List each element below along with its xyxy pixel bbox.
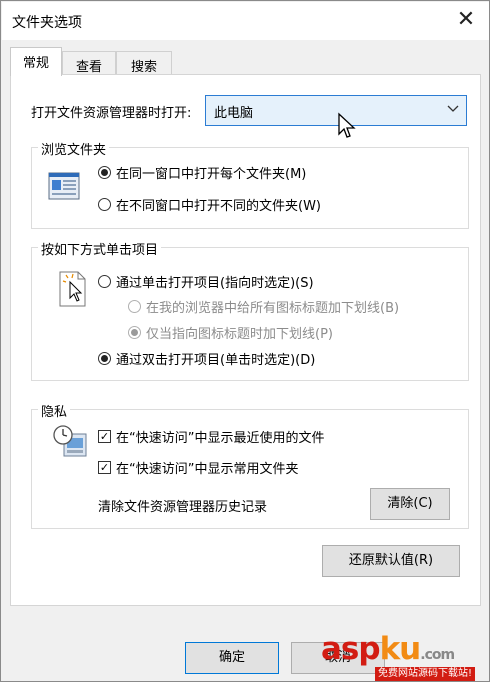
frequent-folders-checkbox[interactable]: ✓ 在“快速访问”中显示常用文件夹 <box>98 458 298 477</box>
clear-button[interactable]: 清除(C) <box>370 488 450 520</box>
checkbox-label: 在“快速访问”中显示最近使用的文件 <box>116 431 325 446</box>
open-explorer-label: 打开文件资源管理器时打开: <box>31 106 192 121</box>
double-click-radio[interactable]: 通过双击打开项目(单击时选定)(D) <box>98 349 315 368</box>
checkmark-icon: ✓ <box>98 461 111 474</box>
title-bar: 文件夹选项 ✕ <box>2 2 489 40</box>
tab-label: 常规 <box>22 56 49 71</box>
open-explorer-dropdown[interactable]: 此电脑 <box>205 95 467 126</box>
radio-indicator <box>128 300 141 313</box>
radio-indicator <box>98 198 111 211</box>
folder-window-icon <box>48 172 80 200</box>
radio-indicator <box>98 166 111 179</box>
radio-label: 仅当指向图标标题时加下划线(P) <box>146 327 333 342</box>
radio-label: 在我的浏览器中给所有图标标题加下划线(B) <box>146 301 400 316</box>
dropdown-value: 此电脑 <box>214 106 254 121</box>
chevron-down-icon <box>447 105 459 112</box>
radio-indicator <box>128 326 141 339</box>
tab-label: 查看 <box>75 60 102 75</box>
underline-all-radio[interactable]: 在我的浏览器中给所有图标标题加下划线(B) <box>128 297 399 316</box>
different-window-radio[interactable]: 在不同窗口中打开不同的文件夹(W) <box>98 195 321 214</box>
radio-label: 在同一窗口中打开每个文件夹(M) <box>116 167 307 182</box>
checkbox-label: 在“快速访问”中显示常用文件夹 <box>116 462 299 477</box>
mouse-cursor-icon <box>338 112 356 138</box>
watermark-tagline: 免费网站源码下载站! <box>375 667 476 681</box>
click-items-group: 按如下方式单击项目 通过单击打开项目(指向时选定)(S) 在我的浏览器中给所有图… <box>31 239 469 381</box>
click-items-title: 按如下方式单击项目 <box>38 239 162 258</box>
tab-view[interactable]: 查看 <box>62 51 116 76</box>
folder-options-dialog: 文件夹选项 ✕ 常规 查看 搜索 打开文件资源管理器时打开: 此电脑 浏览文件夹 <box>0 0 490 682</box>
ok-button[interactable]: 确定 <box>185 642 279 674</box>
watermark-logo: aspku.com <box>321 631 455 667</box>
general-tab-panel: 打开文件资源管理器时打开: 此电脑 浏览文件夹 在同一窗口中打开每个文件夹(M)… <box>10 74 481 606</box>
browse-folders-group: 浏览文件夹 在同一窗口中打开每个文件夹(M) 在不同窗口中打开不同的文件夹(W) <box>31 139 469 229</box>
radio-label: 通过单击打开项目(指向时选定)(S) <box>116 276 314 291</box>
radio-indicator <box>98 352 111 365</box>
radio-label: 在不同窗口中打开不同的文件夹(W) <box>116 199 321 214</box>
click-document-icon <box>59 271 86 307</box>
aspku-watermark: aspku.com 免费网站源码下载站! <box>319 631 490 682</box>
checkmark-icon: ✓ <box>98 430 111 443</box>
window-title: 文件夹选项 <box>12 15 82 31</box>
tab-search[interactable]: 搜索 <box>116 51 172 76</box>
tab-general[interactable]: 常规 <box>10 47 62 76</box>
same-window-radio[interactable]: 在同一窗口中打开每个文件夹(M) <box>98 163 306 182</box>
browse-folders-title: 浏览文件夹 <box>38 139 110 158</box>
privacy-title: 隐私 <box>38 401 71 420</box>
restore-defaults-button[interactable]: 还原默认值(R) <box>322 545 460 577</box>
clear-history-label: 清除文件资源管理器历史记录 <box>98 500 268 515</box>
single-click-radio[interactable]: 通过单击打开项目(指向时选定)(S) <box>98 272 314 291</box>
radio-indicator <box>98 275 111 288</box>
clock-history-icon <box>53 425 87 457</box>
radio-label: 通过双击打开项目(单击时选定)(D) <box>116 353 316 368</box>
underline-on-point-radio[interactable]: 仅当指向图标标题时加下划线(P) <box>128 323 333 342</box>
recent-files-checkbox[interactable]: ✓ 在“快速访问”中显示最近使用的文件 <box>98 427 324 446</box>
tab-label: 搜索 <box>130 60 157 75</box>
privacy-group: 隐私 ✓ 在“快速访问”中显示最近使用的文件 ✓ 在“快速访问”中显示常用文件夹… <box>31 401 469 529</box>
close-icon[interactable]: ✕ <box>455 9 477 32</box>
